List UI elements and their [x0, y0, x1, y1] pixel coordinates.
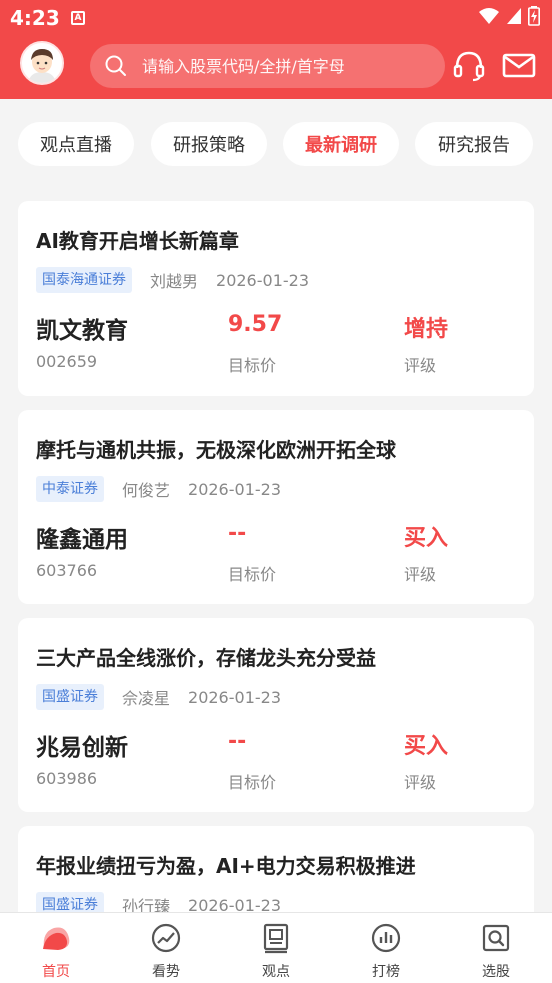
- viewpoint-icon: [263, 923, 289, 954]
- report-card[interactable]: AI教育开启增长新篇章 国泰海通证券 刘越男 2026-01-23 凯文教育 0…: [18, 201, 534, 396]
- nav-label: 选股: [482, 964, 510, 980]
- app-header: 4:23 A: [0, 0, 552, 99]
- report-title: 摩托与通机共振，无极深化欧洲开拓全球: [36, 438, 396, 462]
- report-date: 2026-01-23: [216, 270, 309, 290]
- report-date: 2026-01-23: [188, 687, 281, 707]
- analyst-name: 刘越男: [150, 272, 199, 291]
- nav-label: 打榜: [372, 964, 400, 980]
- report-card[interactable]: 摩托与通机共振，无极深化欧洲开拓全球 中泰证券 何俊艺 2026-01-23 隆…: [18, 410, 534, 604]
- report-meta: 国盛证券 佘凌星 2026-01-23: [36, 684, 281, 710]
- nav-viewpoint[interactable]: 观点: [236, 913, 316, 983]
- rating-label: 评级: [404, 773, 437, 792]
- search-input[interactable]: [142, 56, 432, 76]
- report-meta: 中泰证券 何俊艺 2026-01-23: [36, 476, 281, 502]
- rating-label: 评级: [404, 565, 437, 584]
- tab-latest-survey[interactable]: 最新调研: [283, 122, 399, 166]
- stock-name: 隆鑫通用: [36, 527, 128, 553]
- stock-code: 603986: [36, 769, 98, 788]
- tab-research-report[interactable]: 研究报告: [415, 122, 533, 166]
- tab-viewpoint-live[interactable]: 观点直播: [18, 122, 134, 166]
- wifi-icon: [479, 8, 499, 24]
- search-icon: [105, 55, 126, 76]
- stock-picker-icon: [482, 924, 510, 952]
- rating-value: 增持: [404, 317, 449, 342]
- battery-icon: [528, 6, 540, 26]
- stock-name: 凯文教育: [36, 318, 128, 344]
- analyst-name: 佘凌星: [122, 689, 171, 708]
- target-price-value: --: [228, 521, 247, 546]
- analyst-name: 何俊艺: [122, 481, 171, 500]
- target-price-label: 目标价: [228, 356, 277, 375]
- nav-label: 观点: [262, 964, 290, 980]
- rating-label: 评级: [404, 356, 437, 375]
- nav-home[interactable]: 首页: [16, 913, 96, 983]
- bottom-nav: 首页 看势 观点 打榜 选股: [0, 912, 552, 983]
- nav-label: 看势: [152, 964, 180, 980]
- target-price-label: 目标价: [228, 565, 277, 584]
- status-time: 4:23: [10, 6, 60, 30]
- status-icons: [478, 6, 540, 26]
- report-title: 三大产品全线涨价，存储龙头充分受益: [36, 646, 376, 670]
- broker-badge: 国泰海通证券: [36, 267, 132, 293]
- ranking-icon: [371, 923, 401, 953]
- rating-value: 买入: [404, 734, 449, 759]
- report-meta: 国泰海通证券 刘越男 2026-01-23: [36, 267, 309, 293]
- mail-icon[interactable]: [502, 48, 536, 82]
- headset-icon[interactable]: [452, 48, 486, 82]
- broker-badge: 中泰证券: [36, 476, 104, 502]
- nav-label: 首页: [42, 964, 70, 980]
- avatar-icon: [22, 43, 62, 83]
- trend-icon: [151, 923, 181, 953]
- nav-trend[interactable]: 看势: [126, 913, 206, 983]
- stock-name: 兆易创新: [36, 735, 128, 761]
- status-bar: 4:23 A: [0, 0, 552, 36]
- signal-icon: [507, 8, 521, 24]
- broker-badge: 国盛证券: [36, 684, 104, 710]
- home-icon: [43, 927, 70, 950]
- category-tabs: 观点直播 研报策略 最新调研 研究报告: [0, 118, 552, 170]
- nav-ranking[interactable]: 打榜: [346, 913, 426, 983]
- search-bar[interactable]: [90, 44, 445, 88]
- target-price-value: 9.57: [228, 312, 283, 337]
- avatar[interactable]: [20, 41, 64, 85]
- notification-a-icon: A: [71, 11, 85, 25]
- nav-stock-picker[interactable]: 选股: [456, 913, 536, 983]
- rating-value: 买入: [404, 526, 449, 551]
- stock-code: 603766: [36, 561, 98, 580]
- stock-code: 002659: [36, 352, 98, 371]
- tab-research-strategy[interactable]: 研报策略: [151, 122, 267, 166]
- report-title: AI教育开启增长新篇章: [36, 229, 239, 253]
- report-title: 年报业绩扭亏为盈，AI+电力交易积极推进: [36, 854, 416, 878]
- target-price-value: --: [228, 729, 247, 754]
- report-date: 2026-01-23: [188, 479, 281, 499]
- target-price-label: 目标价: [228, 773, 277, 792]
- report-card[interactable]: 三大产品全线涨价，存储龙头充分受益 国盛证券 佘凌星 2026-01-23 兆易…: [18, 618, 534, 812]
